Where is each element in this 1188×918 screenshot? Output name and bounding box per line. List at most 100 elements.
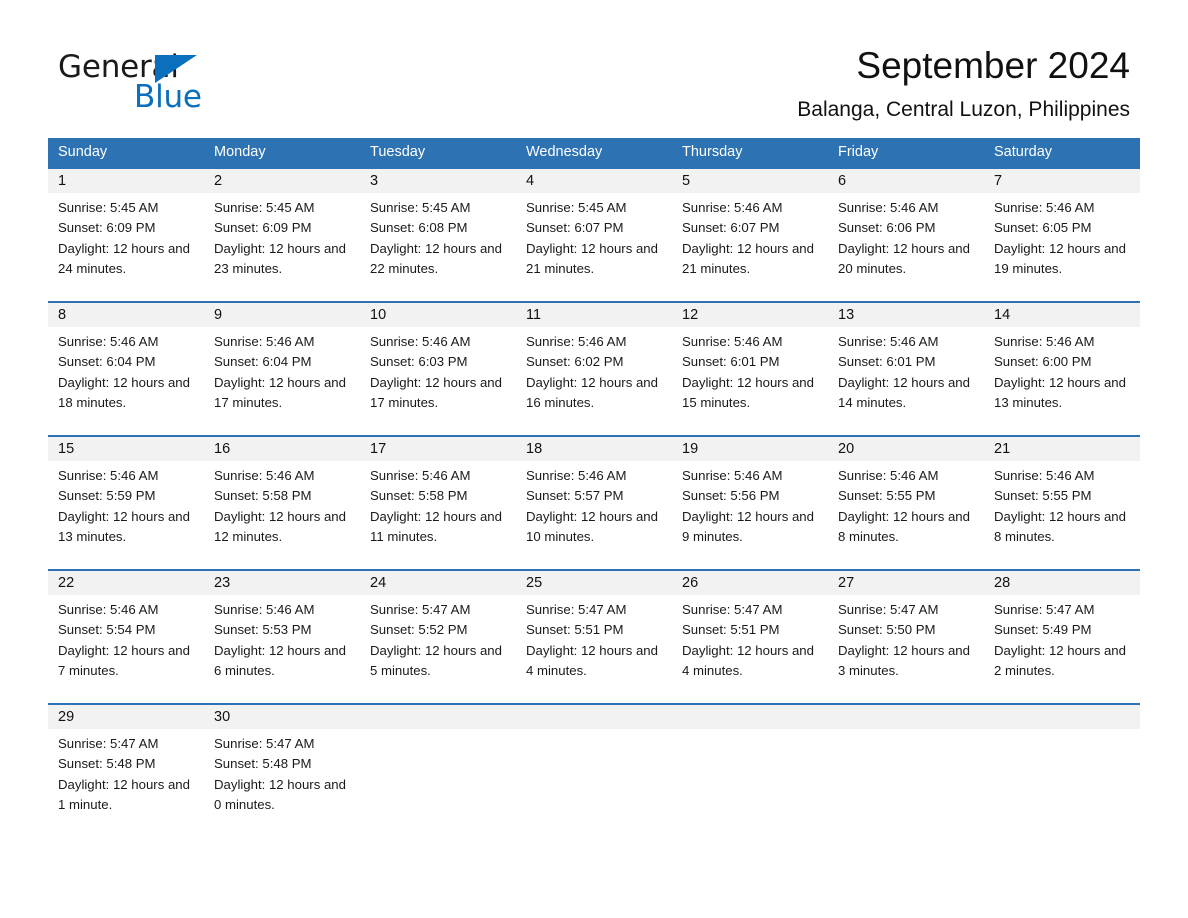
- sunrise-text: Sunrise: 5:46 AM: [58, 468, 159, 483]
- day-number[interactable]: 15: [48, 437, 204, 461]
- day-cell[interactable]: Sunrise: 5:47 AM Sunset: 5:51 PM Daylight:…: [672, 595, 828, 691]
- day-cell[interactable]: Sunrise: 5:47 AM Sunset: 5:52 PM Daylight:…: [360, 595, 516, 691]
- sunrise-text: Sunrise: 5:46 AM: [370, 468, 471, 483]
- daylight-text: Daylight: 12 hours and 12 minutes.: [214, 508, 346, 544]
- day-cell[interactable]: Sunrise: 5:47 AM Sunset: 5:51 PM Daylight:…: [516, 595, 672, 691]
- day-number[interactable]: 14: [984, 303, 1140, 327]
- weekday-header-tuesday: Tuesday: [370, 144, 426, 160]
- sunset-text: Sunset: 5:51 PM: [526, 622, 624, 638]
- day-number[interactable]: 21: [984, 437, 1140, 461]
- day-cell[interactable]: Sunrise: 5:46 AM Sunset: 6:01 PM Daylight:…: [828, 327, 984, 423]
- sunset-text: Sunset: 5:55 PM: [838, 488, 936, 504]
- day-cell[interactable]: Sunrise: 5:45 AM Sunset: 6:08 PM Daylight:…: [360, 193, 516, 289]
- day-cell[interactable]: Sunrise: 5:46 AM Sunset: 6:03 PM Daylight:…: [360, 327, 516, 423]
- day-number[interactable]: 5: [672, 169, 828, 193]
- day-number[interactable]: 8: [48, 303, 204, 327]
- sunset-text: Sunset: 6:00 PM: [994, 354, 1092, 370]
- day-number[interactable]: 12: [672, 303, 828, 327]
- day-number[interactable]: 19: [672, 437, 828, 461]
- weekday-header-monday: Monday: [214, 144, 266, 160]
- sunset-text: Sunset: 5:54 PM: [58, 622, 156, 638]
- day-number[interactable]: 22: [48, 571, 204, 595]
- day-number[interactable]: 17: [360, 437, 516, 461]
- day-cell[interactable]: Sunrise: 5:45 AM Sunset: 6:07 PM Daylight:…: [516, 193, 672, 289]
- day-number[interactable]: 28: [984, 571, 1140, 595]
- day-cell[interactable]: Sunrise: 5:46 AM Sunset: 6:07 PM Daylight:…: [672, 193, 828, 289]
- day-cell[interactable]: Sunrise: 5:45 AM Sunset: 6:09 PM Daylight:…: [204, 193, 360, 289]
- brand-logo[interactable]: General Blue: [58, 50, 258, 114]
- daylight-text: Daylight: 12 hours and 10 minutes.: [526, 508, 658, 544]
- day-number[interactable]: 24: [360, 571, 516, 595]
- sunrise-text: Sunrise: 5:46 AM: [214, 334, 315, 349]
- day-number[interactable]: 4: [516, 169, 672, 193]
- sunset-text: Sunset: 5:58 PM: [370, 488, 468, 504]
- day-cell[interactable]: Sunrise: 5:46 AM Sunset: 6:02 PM Daylight:…: [516, 327, 672, 423]
- day-number[interactable]: 11: [516, 303, 672, 327]
- sunrise-text: Sunrise: 5:47 AM: [994, 602, 1095, 617]
- calendar-week-row: 1 2 3 4 5 6 7 Sunrise: 5:45 AM Sunset: 6:09 PM Da…: [48, 167, 1140, 289]
- daylight-text: Daylight: 12 hours and 6 minutes.: [214, 642, 346, 678]
- daylight-text: Daylight: 12 hours and 21 minutes.: [682, 240, 814, 276]
- day-cell[interactable]: Sunrise: 5:46 AM Sunset: 5:53 PM Daylight:…: [204, 595, 360, 691]
- day-cell[interactable]: Sunrise: 5:46 AM Sunset: 5:57 PM Daylight:…: [516, 461, 672, 557]
- day-number[interactable]: 2: [204, 169, 360, 193]
- day-cell[interactable]: Sunrise: 5:46 AM Sunset: 5:58 PM Daylight:…: [360, 461, 516, 557]
- sunset-text: Sunset: 5:48 PM: [214, 756, 312, 772]
- day-number[interactable]: 16: [204, 437, 360, 461]
- daylight-text: Daylight: 12 hours and 11 minutes.: [370, 508, 502, 544]
- daylight-text: Daylight: 12 hours and 2 minutes.: [994, 642, 1126, 678]
- sunset-text: Sunset: 5:59 PM: [58, 488, 156, 504]
- sunset-text: Sunset: 5:58 PM: [214, 488, 312, 504]
- sunset-text: Sunset: 6:01 PM: [838, 354, 936, 370]
- day-cell[interactable]: Sunrise: 5:46 AM Sunset: 6:00 PM Daylight:…: [984, 327, 1140, 423]
- day-cell[interactable]: Sunrise: 5:45 AM Sunset: 6:09 PM Daylight:…: [48, 193, 204, 289]
- calendar-grid: Sunday Monday Tuesday Wednesday Thursday Frid…: [48, 138, 1140, 825]
- weekday-header-friday: Friday: [838, 144, 879, 160]
- daylight-text: Daylight: 12 hours and 20 minutes.: [838, 240, 970, 276]
- day-cell[interactable]: Sunrise: 5:46 AM Sunset: 5:58 PM Daylight:…: [204, 461, 360, 557]
- day-number[interactable]: 23: [204, 571, 360, 595]
- day-cell[interactable]: Sunrise: 5:46 AM Sunset: 5:55 PM Daylight:…: [984, 461, 1140, 557]
- day-cell[interactable]: Sunrise: 5:46 AM Sunset: 6:04 PM Daylight:…: [48, 327, 204, 423]
- daylight-text: Daylight: 12 hours and 8 minutes.: [838, 508, 970, 544]
- day-cell[interactable]: Sunrise: 5:46 AM Sunset: 5:56 PM Daylight:…: [672, 461, 828, 557]
- day-number[interactable]: 10: [360, 303, 516, 327]
- sunset-text: Sunset: 6:09 PM: [58, 220, 156, 236]
- day-number[interactable]: 7: [984, 169, 1140, 193]
- day-cell[interactable]: Sunrise: 5:47 AM Sunset: 5:48 PM Daylight:…: [48, 729, 204, 825]
- day-cell[interactable]: Sunrise: 5:47 AM Sunset: 5:49 PM Daylight:…: [984, 595, 1140, 691]
- daylight-text: Daylight: 12 hours and 0 minutes.: [214, 776, 346, 812]
- day-number[interactable]: 18: [516, 437, 672, 461]
- sunset-text: Sunset: 6:03 PM: [370, 354, 468, 370]
- day-cell[interactable]: Sunrise: 5:47 AM Sunset: 5:50 PM Daylight:…: [828, 595, 984, 691]
- calendar-weeks: 1 2 3 4 5 6 7 Sunrise: 5:45 AM Sunset: 6:09 PM Da…: [48, 167, 1140, 825]
- day-number[interactable]: 25: [516, 571, 672, 595]
- day-number[interactable]: 30: [204, 705, 360, 729]
- day-cell[interactable]: Sunrise: 5:46 AM Sunset: 5:54 PM Daylight:…: [48, 595, 204, 691]
- day-number[interactable]: 9: [204, 303, 360, 327]
- day-cell-empty: [360, 729, 516, 825]
- daylight-text: Daylight: 12 hours and 17 minutes.: [370, 374, 502, 410]
- week-detail-band: Sunrise: 5:45 AM Sunset: 6:09 PM Daylight:…: [48, 193, 1140, 289]
- day-cell[interactable]: Sunrise: 5:46 AM Sunset: 5:55 PM Daylight:…: [828, 461, 984, 557]
- day-number[interactable]: 29: [48, 705, 204, 729]
- day-number[interactable]: 13: [828, 303, 984, 327]
- day-number[interactable]: 3: [360, 169, 516, 193]
- day-cell[interactable]: Sunrise: 5:46 AM Sunset: 6:06 PM Daylight:…: [828, 193, 984, 289]
- day-cell[interactable]: Sunrise: 5:46 AM Sunset: 6:04 PM Daylight:…: [204, 327, 360, 423]
- day-cell[interactable]: Sunrise: 5:46 AM Sunset: 6:01 PM Daylight:…: [672, 327, 828, 423]
- sunrise-text: Sunrise: 5:46 AM: [838, 200, 939, 215]
- day-number[interactable]: 27: [828, 571, 984, 595]
- daylight-text: Daylight: 12 hours and 24 minutes.: [58, 240, 190, 276]
- day-cell[interactable]: Sunrise: 5:47 AM Sunset: 5:48 PM Daylight:…: [204, 729, 360, 825]
- day-number[interactable]: 20: [828, 437, 984, 461]
- day-cell[interactable]: Sunrise: 5:46 AM Sunset: 5:59 PM Daylight:…: [48, 461, 204, 557]
- day-cell[interactable]: Sunrise: 5:46 AM Sunset: 6:05 PM Daylight:…: [984, 193, 1140, 289]
- sunset-text: Sunset: 6:02 PM: [526, 354, 624, 370]
- day-number[interactable]: 6: [828, 169, 984, 193]
- week-detail-band: Sunrise: 5:46 AM Sunset: 5:54 PM Daylight:…: [48, 595, 1140, 691]
- day-number[interactable]: 26: [672, 571, 828, 595]
- weekday-header-wednesday: Wednesday: [526, 144, 603, 160]
- day-number[interactable]: 1: [48, 169, 204, 193]
- sunrise-text: Sunrise: 5:46 AM: [526, 334, 627, 349]
